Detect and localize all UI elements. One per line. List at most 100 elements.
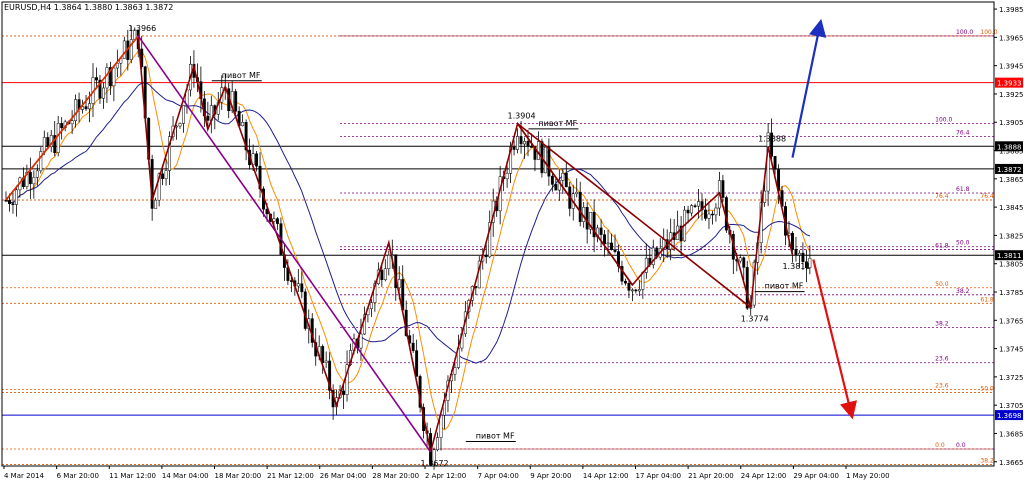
- candle-body: [88, 103, 91, 110]
- x-tick-label: 4 Mar 2014: [4, 472, 44, 480]
- candle-body: [296, 283, 300, 287]
- price-chart: 100.0 100.0 100.0 76.4 61.8 76.4 76.4 61.8 50.0 5…: [0, 0, 1024, 482]
- candle-body: [387, 255, 391, 270]
- y-tick-label: 1.3725: [999, 374, 1024, 382]
- fib-level-label: 61.8: [935, 243, 949, 250]
- candle-body: [745, 267, 749, 309]
- candle-body: [28, 172, 32, 185]
- fib-level-label: 50.0: [935, 281, 949, 288]
- candle-body: [634, 289, 638, 292]
- pivot-label: пивот MF: [765, 282, 804, 291]
- fib-level-label: 76.4: [980, 193, 994, 200]
- candle-body: [693, 205, 697, 207]
- candle-body: [182, 105, 185, 124]
- candle-body: [530, 146, 533, 148]
- fib-level-label: 76.4: [956, 129, 970, 136]
- fib-level-label: 50.0: [956, 240, 970, 247]
- candle-body: [415, 350, 419, 377]
- candle-body: [613, 249, 617, 252]
- candle-body: [46, 137, 50, 148]
- candle-body: [697, 201, 700, 207]
- candle-body: [637, 289, 641, 292]
- x-tick-label: 28 Mar 20:00: [372, 472, 419, 480]
- candle-body: [714, 207, 718, 216]
- y-tick-label: 1.3765: [999, 317, 1024, 325]
- y-tick-label: 1.3745: [999, 346, 1024, 354]
- candle-body: [606, 242, 610, 245]
- x-tick-label: 17 Apr 04:00: [636, 472, 682, 480]
- y-tick-label: 1.3905: [999, 119, 1024, 127]
- candle-body: [39, 151, 43, 172]
- candle-body: [585, 207, 589, 230]
- candle-body: [70, 120, 74, 125]
- candle-body: [369, 302, 373, 309]
- candle-body: [578, 191, 582, 222]
- candle-body: [11, 203, 15, 205]
- candle-body: [704, 209, 707, 219]
- price-tag-label: 1.3888: [997, 143, 1022, 151]
- y-tick-label: 1.3785: [999, 289, 1024, 297]
- price-tag-label: 1.3811: [997, 252, 1022, 260]
- candle-body: [35, 170, 39, 178]
- candle-body: [794, 249, 798, 256]
- candle-body: [84, 106, 88, 110]
- x-tick-label: 26 Mar 04:00: [320, 472, 367, 480]
- x-tick-label: 11 Mar 12:00: [109, 472, 156, 480]
- chart-background: [0, 0, 1024, 482]
- candle-body: [599, 227, 603, 235]
- fib-level-label: 100.0: [980, 29, 997, 36]
- candle-body: [60, 123, 64, 129]
- candle-body: [436, 437, 439, 451]
- price-tag-label: 1.3872: [997, 166, 1022, 174]
- candle-body: [8, 200, 11, 204]
- candle-body: [564, 172, 568, 188]
- x-tick-label: 21 Mar 12:00: [267, 472, 314, 480]
- candle-body: [550, 175, 554, 185]
- candle-body: [255, 153, 259, 167]
- x-tick-label: 18 Mar 20:00: [215, 472, 262, 480]
- fib-level-label: 100.0: [956, 29, 973, 36]
- candle-body: [721, 180, 725, 198]
- candle-body: [32, 177, 36, 185]
- candle-body: [547, 146, 551, 177]
- candle-body: [241, 122, 245, 127]
- candle-body: [641, 272, 645, 290]
- candle-body: [234, 91, 238, 112]
- candle-body: [512, 146, 516, 150]
- candle-body: [710, 213, 714, 216]
- y-tick-label: 1.3705: [999, 402, 1024, 410]
- swing-point-label: 1.3888: [758, 134, 786, 143]
- fib-level-label: 0.0: [935, 442, 945, 449]
- candle-body: [627, 282, 631, 291]
- candle-body: [742, 257, 746, 268]
- candle-body: [411, 342, 415, 351]
- x-tick-label: 21 Apr 20:00: [688, 472, 734, 480]
- candle-body: [526, 141, 530, 147]
- candle-body: [206, 115, 210, 121]
- candle-body: [453, 367, 457, 375]
- x-tick-label: 1 May 20:00: [846, 472, 890, 480]
- candle-body: [610, 242, 613, 251]
- chart-title: EURUSD,H4 1.3864 1.3880 1.3863 1.3872: [4, 3, 173, 12]
- y-tick-label: 1.3965: [999, 34, 1024, 42]
- x-tick-label: 14 Mar 04:00: [162, 472, 209, 480]
- pivot-label: пивот MF: [222, 71, 261, 80]
- fib-level-label: 100.0: [935, 117, 952, 124]
- fib-level-label: 38.2: [980, 458, 994, 465]
- candle-body: [575, 191, 579, 195]
- swing-point-label: 1.3811: [782, 262, 810, 271]
- candle-body: [383, 268, 387, 280]
- candle-body: [164, 170, 168, 179]
- candle-body: [543, 146, 547, 174]
- candle-body: [484, 254, 488, 258]
- candle-body: [516, 136, 520, 150]
- candle-body: [791, 232, 794, 250]
- candle-body: [380, 269, 384, 280]
- candle-body: [690, 205, 694, 214]
- candle-body: [738, 257, 742, 262]
- pivot-label: пивот MF: [476, 432, 515, 441]
- y-tick-label: 1.3865: [999, 176, 1024, 184]
- candle-body: [623, 280, 627, 284]
- candle-body: [505, 173, 509, 180]
- candle-body: [603, 234, 607, 245]
